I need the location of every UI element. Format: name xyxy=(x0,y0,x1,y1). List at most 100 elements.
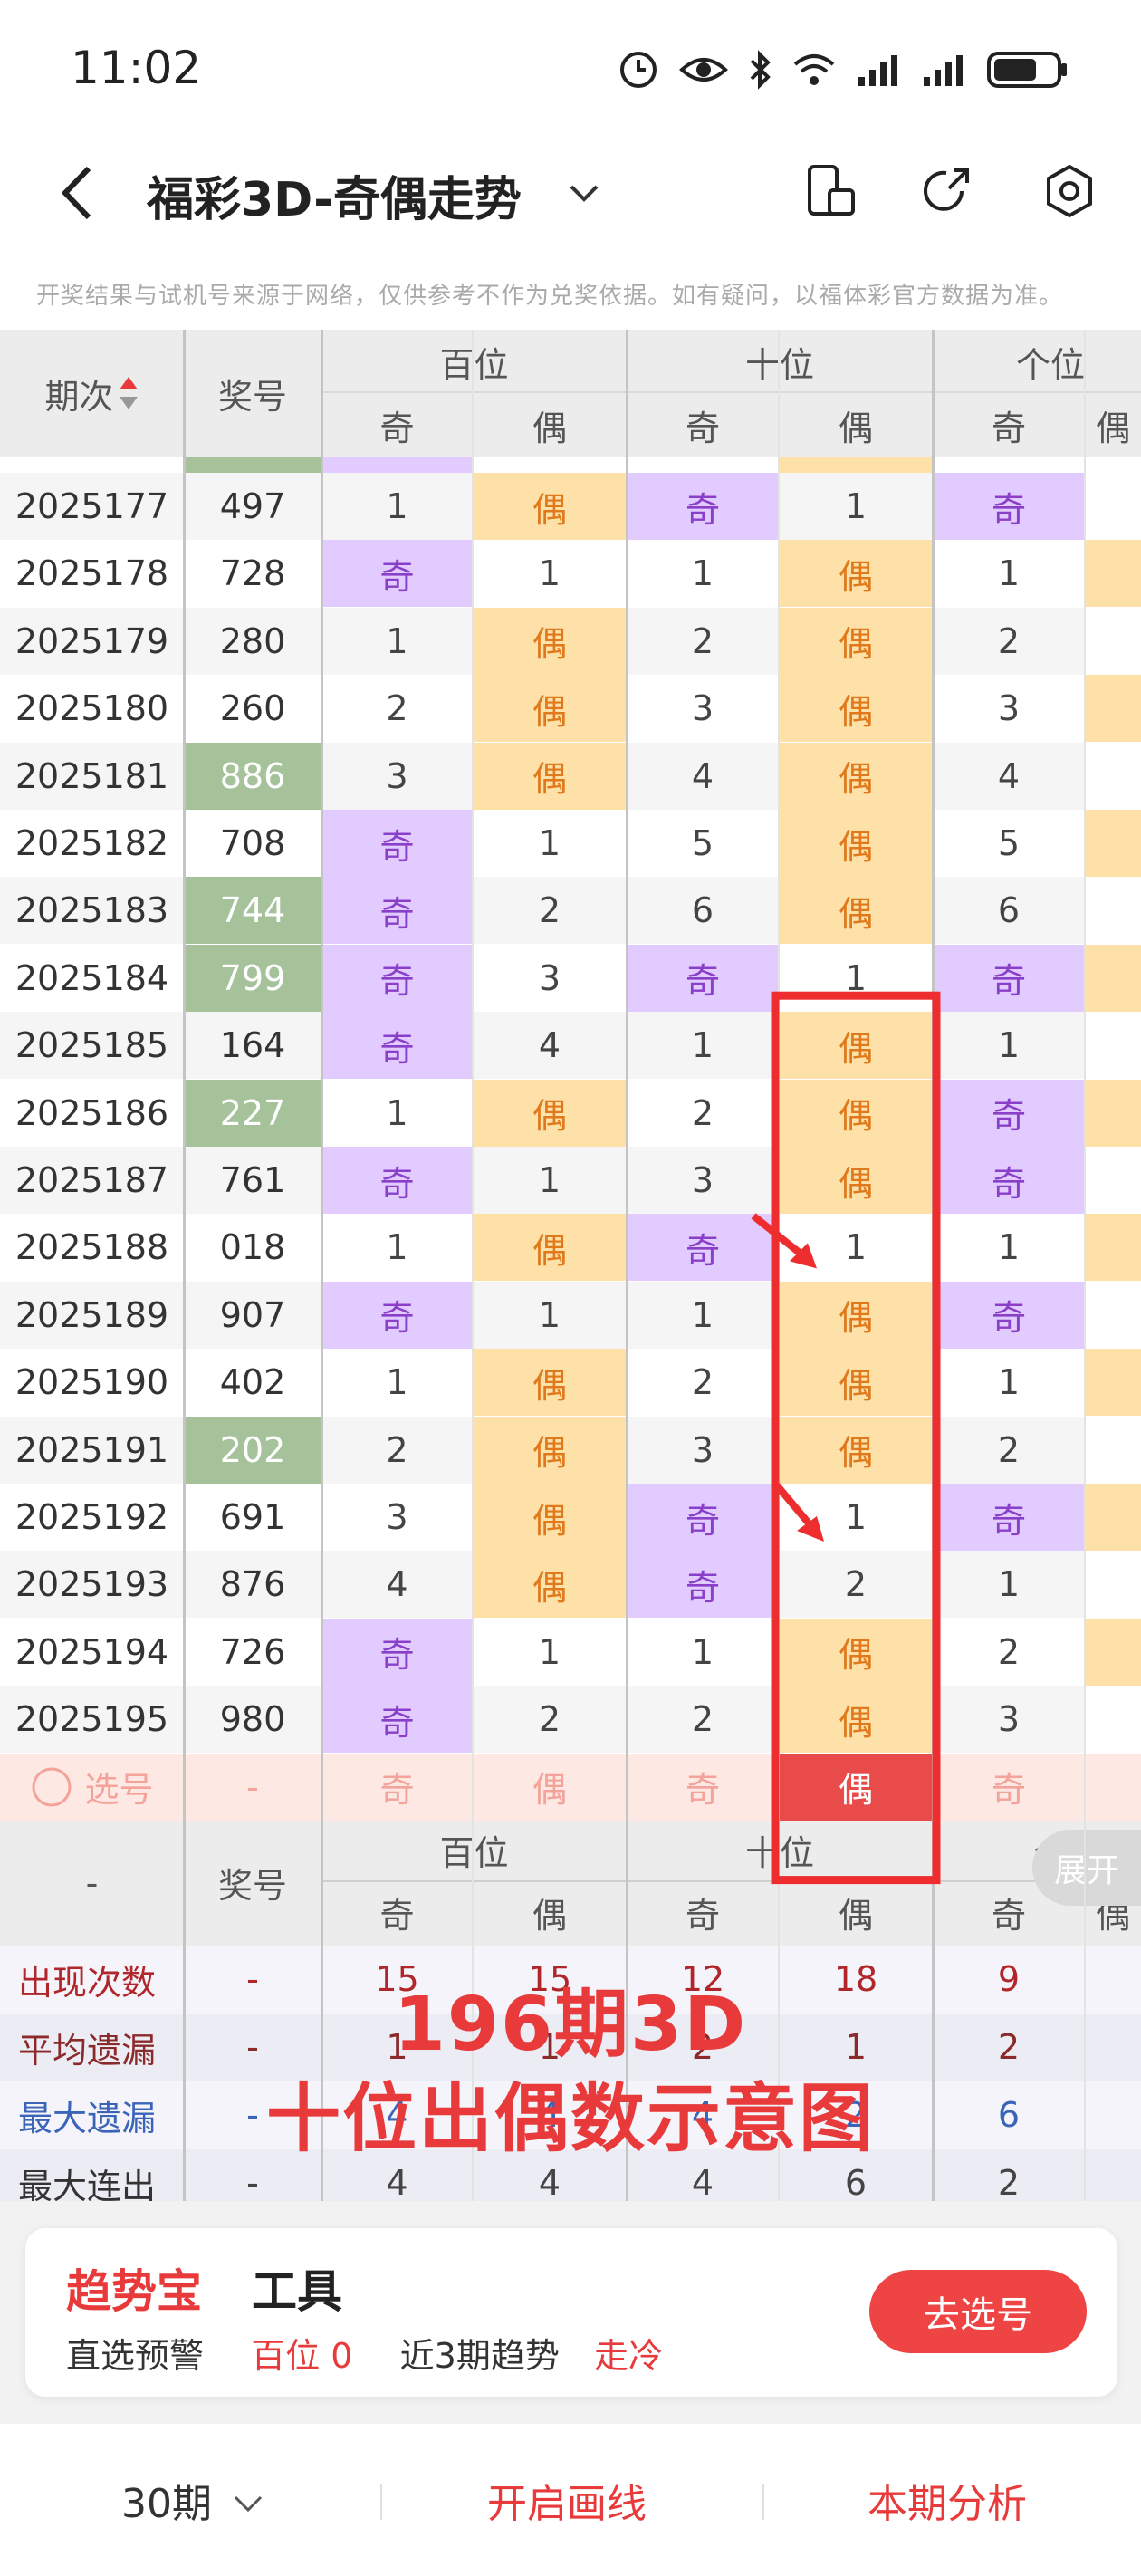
table-row[interactable]: 2025189 907 奇 1 1 偶奇 xyxy=(0,1281,1141,1349)
select-cell[interactable]: 奇 xyxy=(933,1754,1085,1821)
table-row[interactable]: 2025195 980 奇 2 2 偶 3 xyxy=(0,1686,1141,1754)
trend-cell: 奇 xyxy=(627,1484,779,1551)
select-cell[interactable]: 奇 xyxy=(627,1754,779,1821)
col-period-header[interactable]: 期次 xyxy=(0,330,184,457)
table-row[interactable]: 2025179 280 1 偶 2 偶 2 xyxy=(0,607,1141,675)
trend-cell: 偶 xyxy=(779,675,933,743)
number-cell: 907 xyxy=(219,1294,286,1335)
trend-cell: 2 xyxy=(386,688,408,729)
clipped-cell xyxy=(1085,742,1141,810)
trend-cell: 奇 xyxy=(933,1147,1085,1214)
draw-lines-button[interactable]: 开启画线 xyxy=(487,2471,647,2529)
select-row[interactable]: 选号 - 奇偶奇偶奇 xyxy=(0,1753,1141,1821)
table-row[interactable]: 2025177 497 1 偶奇 1 奇 xyxy=(0,473,1141,540)
share-icon[interactable] xyxy=(916,161,976,221)
table-row[interactable]: 2025188 018 1 偶奇 1 1 xyxy=(0,1214,1141,1282)
trend-cell: 4 xyxy=(386,1564,408,1605)
table-row[interactable]: 2025181 886 3 偶 4 偶 4 xyxy=(0,742,1141,810)
trend-cell: 奇 xyxy=(933,1079,1085,1147)
number-cell: 402 xyxy=(219,1362,286,1403)
trend-cell: 奇 xyxy=(933,473,1085,540)
trend-cell: 偶 xyxy=(473,742,627,810)
stats-sub-header: 偶 xyxy=(532,1896,567,1937)
chevron-down-icon[interactable] xyxy=(566,174,602,210)
trend-cell: 奇 xyxy=(321,540,473,608)
disclaimer-text: 开奖结果与试机号来源于网络，仅供参考不作为兑奖依据。如有疑问，以福体彩官方数据为… xyxy=(36,283,1064,310)
table-row[interactable]: 2025190 402 1 偶 2 偶 1 xyxy=(0,1349,1141,1417)
period-cell: 2025182 xyxy=(14,823,169,863)
tool-label-1: 直选预警 xyxy=(66,2336,205,2376)
table-row[interactable]: 2025185 164 奇 4 1 偶 1 xyxy=(0,1012,1141,1080)
trend-cell: 偶 xyxy=(473,473,627,540)
go-select-button[interactable]: 去选号 xyxy=(869,2270,1087,2353)
periods-selector[interactable]: 30期 xyxy=(121,2471,264,2529)
period-cell: 2025183 xyxy=(14,890,169,931)
trend-cell: 3 xyxy=(386,755,408,796)
trend-cell: 奇 xyxy=(627,944,779,1012)
select-circle-icon[interactable] xyxy=(30,1765,73,1809)
table-row[interactable]: 2025194 726 奇 1 1 偶 2 xyxy=(0,1618,1141,1686)
tool-brand-suffix: 工具 xyxy=(252,2265,342,2318)
table-row[interactable]: 2025183 744 奇 2 6 偶 6 xyxy=(0,877,1141,945)
trend-cell: 偶 xyxy=(779,607,933,675)
number-cell: 744 xyxy=(184,877,321,945)
select-label[interactable]: 选号 xyxy=(0,1754,184,1821)
table-row[interactable]: 2025184 799 奇 3 奇 1 奇 xyxy=(0,944,1141,1012)
tool-label-2: 近3期趋势 xyxy=(399,2336,560,2376)
analysis-button[interactable]: 本期分析 xyxy=(868,2471,1027,2529)
signal-icon-2 xyxy=(924,55,963,86)
select-cell[interactable]: 奇 xyxy=(321,1754,473,1821)
trend-cell: 偶 xyxy=(473,1349,627,1417)
table-row[interactable]: 2025182 708 奇 1 5 偶 5 xyxy=(0,810,1141,877)
clipped-cell xyxy=(1085,1012,1141,1080)
signal-icon xyxy=(858,55,897,86)
trend-cell: 奇 xyxy=(321,877,473,945)
col-period-label: 期次 xyxy=(44,376,114,417)
sub-header-odd: 奇 xyxy=(379,408,415,448)
trend-cell: 3 xyxy=(997,688,1021,729)
trend-cell: 偶 xyxy=(779,1079,933,1147)
divider xyxy=(762,2484,764,2520)
trend-cell: 5 xyxy=(997,823,1021,863)
trend-cell: 5 xyxy=(691,823,714,863)
back-arrow-icon[interactable] xyxy=(54,161,100,225)
alarm-icon xyxy=(620,52,657,88)
select-cell[interactable]: 偶 xyxy=(473,1754,627,1821)
trend-cell: 6 xyxy=(997,890,1021,931)
period-cell: 2025188 xyxy=(14,1227,169,1268)
table-row[interactable]: 2025178 728 奇 1 1 偶 1 xyxy=(0,540,1141,608)
clipped-cell xyxy=(1085,1484,1141,1551)
table-row[interactable]: 2025187 761 奇 1 3 偶奇 xyxy=(0,1147,1141,1214)
period-cell: 2025193 xyxy=(14,1564,169,1605)
table-row[interactable]: 2025180 260 2 偶 3 偶 3 xyxy=(0,675,1141,743)
divider xyxy=(380,2484,382,2520)
trend-cell: 2 xyxy=(691,1699,714,1740)
sub-header-even: 偶 xyxy=(532,408,567,448)
tool-value-1: 百位 0 xyxy=(251,2336,353,2376)
trend-cell: 2 xyxy=(538,890,561,931)
number-cell: 164 xyxy=(219,1025,286,1066)
trend-cell: 2 xyxy=(538,1699,561,1740)
trend-cell: 偶 xyxy=(779,1012,933,1080)
clipped-cell xyxy=(1085,1214,1141,1282)
trend-cell: 偶 xyxy=(779,1349,933,1417)
period-cell: 2025189 xyxy=(14,1294,169,1335)
settings-icon[interactable] xyxy=(1040,161,1099,221)
group-header-1: 十位 xyxy=(627,330,933,393)
table-row[interactable]: 2025192 691 3 偶奇 1 奇 xyxy=(0,1484,1141,1551)
trend-cell: 偶 xyxy=(779,877,933,945)
expand-button[interactable]: 展开 xyxy=(1032,1829,1141,1906)
period-cell: 2025192 xyxy=(14,1497,169,1537)
trend-cell: 1 xyxy=(844,957,868,998)
bluetooth-icon xyxy=(750,50,771,90)
period-cell: 2025187 xyxy=(14,1160,169,1200)
number-cell: 886 xyxy=(184,742,321,810)
table-row[interactable]: 2025193 876 4 偶奇 2 1 xyxy=(0,1551,1141,1619)
table-row[interactable]: 2025191 202 2 偶 3 偶 2 xyxy=(0,1416,1141,1484)
selected-even-cell[interactable]: 偶 xyxy=(779,1753,933,1821)
number-cell: 227 xyxy=(184,1079,321,1147)
period-cell: 2025185 xyxy=(14,1025,169,1066)
device-icon[interactable] xyxy=(802,161,862,221)
column-divider xyxy=(932,330,935,2217)
table-row[interactable]: 2025186 227 1 偶 2 偶奇 xyxy=(0,1079,1141,1147)
